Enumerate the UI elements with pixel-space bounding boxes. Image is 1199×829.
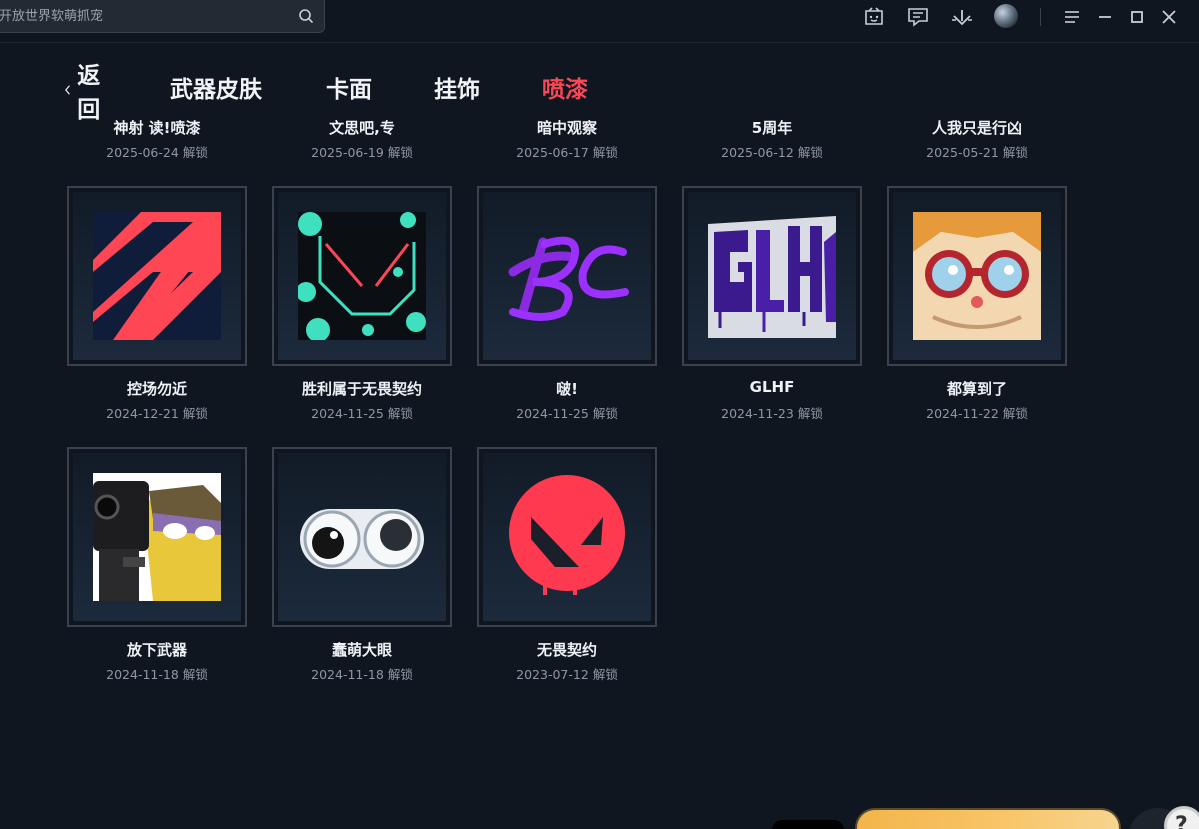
spray-name: 文思吧,专 — [329, 119, 395, 137]
spray-date: 2024-12-21 解锁 — [106, 406, 208, 421]
tab-cards[interactable]: 卡面 — [326, 72, 372, 108]
spray-name: 蠢萌大眼 — [331, 641, 392, 659]
googly-eyes-art — [300, 509, 424, 569]
spray-date: 2025-06-12 解锁 — [721, 145, 823, 160]
clipped-row: 神射 读!喷漆 2025-06-24 解锁 文思吧,专 2025-06-19 解锁 … — [0, 112, 1199, 162]
tab-charms[interactable]: 挂饰 — [434, 72, 480, 108]
glhf-graffiti-art — [708, 216, 836, 338]
spray-date: 2025-06-24 解锁 — [106, 145, 208, 160]
spray-date: 2025-05-21 解锁 — [926, 145, 1028, 160]
minimize-icon[interactable] — [1093, 5, 1117, 29]
avatar[interactable] — [994, 4, 1018, 28]
spray-date: 2024-11-22 解锁 — [926, 406, 1028, 421]
chevron-left-icon — [65, 85, 70, 95]
download-icon[interactable] — [950, 5, 974, 29]
menu-icon[interactable] — [1060, 5, 1084, 29]
spray-date: 2024-11-25 解锁 — [516, 406, 618, 421]
spray-name: 无畏契约 — [536, 641, 597, 659]
spray-name: 人我只是行凶 — [931, 119, 1022, 137]
spray-name: 暗中观察 — [536, 119, 597, 137]
spray-name: 胜利属于无畏契约 — [301, 380, 422, 398]
search-box[interactable] — [0, 0, 325, 33]
spray-name: 神射 读!喷漆 — [113, 119, 201, 137]
spray-date: 2024-11-18 解锁 — [106, 667, 208, 682]
spray-name: 5周年 — [751, 119, 793, 137]
search-icon[interactable] — [298, 8, 314, 24]
launch-button[interactable] — [855, 808, 1121, 829]
close-icon[interactable] — [1157, 5, 1181, 29]
search-input[interactable] — [0, 4, 289, 28]
spray-thumbnail[interactable] — [477, 186, 657, 366]
spray-date: 2023-07-12 解锁 — [516, 667, 618, 682]
message-icon[interactable] — [906, 5, 930, 29]
pistol-character-art — [93, 473, 221, 601]
tab-weapon-skins[interactable]: 武器皮肤 — [170, 72, 262, 108]
spray-thumbnail[interactable] — [887, 186, 1067, 366]
valorant-logo-art — [509, 475, 625, 595]
spray-thumbnail[interactable] — [272, 186, 452, 366]
spray-name: 放下武器 — [126, 641, 187, 659]
spray-name: 控场勿近 — [126, 380, 187, 398]
game-controller-icon[interactable] — [862, 5, 886, 29]
spray-date: 2024-11-23 解锁 — [721, 406, 823, 421]
valorant-splash-art — [298, 212, 426, 340]
spray-thumbnail[interactable] — [272, 447, 452, 627]
spray-date: 2025-06-19 解锁 — [311, 145, 413, 160]
spray-thumbnail[interactable] — [682, 186, 862, 366]
spray-thumbnail[interactable] — [477, 447, 657, 627]
title-bar — [0, 0, 1199, 43]
tab-sprays[interactable]: 喷漆 — [542, 72, 588, 108]
spray-name: 都算到了 — [946, 380, 1007, 398]
maximize-icon[interactable] — [1125, 5, 1149, 29]
spray-name: 啵! — [556, 380, 578, 398]
control-chevrons-art — [93, 212, 221, 340]
spray-date: 2024-11-25 解锁 — [311, 406, 413, 421]
divider — [1040, 8, 1041, 26]
spray-thumbnail[interactable] — [67, 447, 247, 627]
spray-thumbnail[interactable] — [67, 186, 247, 366]
spray-date: 2024-11-18 解锁 — [311, 667, 413, 682]
back-button[interactable]: 返回 — [64, 63, 105, 123]
purple-graffiti-art — [508, 236, 629, 321]
spray-name: GLHF — [749, 378, 795, 396]
spray-date: 2025-06-17 解锁 — [516, 145, 618, 160]
goggles-face-art — [913, 212, 1041, 340]
bottom-tab[interactable] — [772, 820, 844, 829]
